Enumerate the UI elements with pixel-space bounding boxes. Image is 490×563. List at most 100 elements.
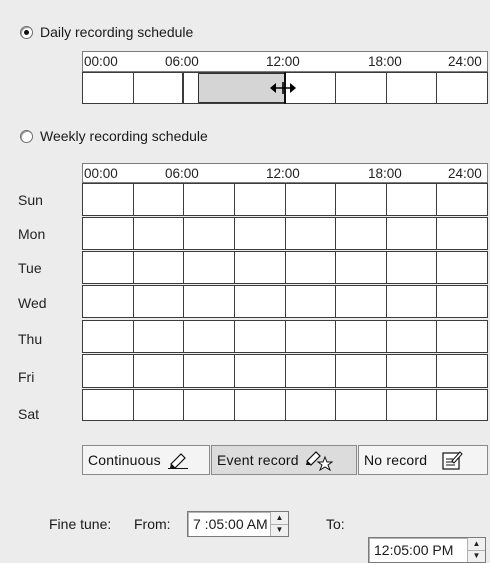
schedule-cell[interactable] (184, 286, 235, 318)
weekly-schedule-label: Weekly recording schedule (40, 128, 208, 144)
schedule-cell[interactable] (133, 355, 185, 388)
schedule-cell[interactable] (234, 252, 286, 284)
schedule-cell[interactable] (437, 184, 488, 216)
from-time-spinner[interactable]: 7 :05:00 AM ▲ ▼ (187, 511, 289, 537)
daily-cell[interactable] (83, 73, 134, 104)
schedule-cell[interactable] (234, 390, 286, 421)
schedule-cell[interactable] (285, 286, 337, 318)
daily-schedule-radio[interactable]: Daily recording schedule (20, 24, 193, 40)
weekly-row-thu[interactable] (82, 320, 488, 353)
day-label-tue: Tue (18, 260, 42, 276)
pencil-icon (167, 453, 188, 469)
from-down-arrow-icon[interactable]: ▼ (271, 525, 288, 537)
schedule-cell[interactable] (437, 321, 488, 353)
resize-horizontal-icon (270, 82, 296, 94)
schedule-cell[interactable] (285, 184, 337, 216)
schedule-cell[interactable] (285, 390, 337, 421)
schedule-cell[interactable] (184, 252, 235, 284)
weekly-row-mon[interactable] (82, 217, 488, 250)
from-time-value[interactable]: 7 :05:00 AM (193, 516, 268, 532)
schedule-cell[interactable] (184, 355, 235, 388)
schedule-cell[interactable] (234, 218, 286, 250)
weekly-radio-button[interactable] (20, 129, 33, 143)
daily-schedule-label: Daily recording schedule (40, 24, 194, 40)
continuous-record-button[interactable]: Continuous (82, 445, 210, 475)
daily-cell[interactable] (336, 73, 387, 104)
schedule-cell[interactable] (83, 355, 134, 388)
weekly-time-2: 12:00 (266, 166, 300, 181)
schedule-cell[interactable] (336, 355, 387, 388)
schedule-cell[interactable] (234, 355, 286, 388)
to-time-value[interactable]: 12:05:00 PM (374, 542, 453, 558)
schedule-cell[interactable] (133, 252, 185, 284)
weekly-timeline-header: 00:00 06:00 12:00 18:00 24:00 (82, 163, 488, 183)
to-down-arrow-icon[interactable]: ▼ (468, 551, 485, 563)
schedule-cell[interactable] (133, 184, 185, 216)
schedule-cell[interactable] (83, 390, 134, 421)
schedule-cell[interactable] (336, 218, 387, 250)
schedule-cell[interactable] (234, 321, 286, 353)
schedule-cell[interactable] (437, 286, 488, 318)
pencil-star-icon (305, 451, 333, 471)
schedule-cell[interactable] (133, 321, 185, 353)
daily-time-1: 06:00 (165, 54, 199, 69)
schedule-cell[interactable] (83, 252, 134, 284)
schedule-cell[interactable] (184, 184, 235, 216)
weekly-row-fri[interactable] (82, 354, 488, 388)
weekly-row-tue[interactable] (82, 251, 488, 284)
day-label-mon: Mon (18, 226, 46, 242)
schedule-cell[interactable] (336, 390, 387, 421)
schedule-cell[interactable] (285, 355, 337, 388)
schedule-cell[interactable] (386, 390, 438, 421)
to-time-spinner[interactable]: 12:05:00 PM ▲ ▼ (368, 537, 486, 563)
schedule-cell[interactable] (386, 355, 438, 388)
schedule-cell[interactable] (83, 321, 134, 353)
schedule-cell[interactable] (437, 218, 488, 250)
daily-marker-line (182, 72, 183, 104)
schedule-cell[interactable] (386, 218, 438, 250)
schedule-cell[interactable] (386, 286, 438, 318)
weekly-row-sun[interactable] (82, 183, 488, 216)
schedule-cell[interactable] (234, 286, 286, 318)
schedule-cell[interactable] (133, 390, 185, 421)
weekly-schedule-radio[interactable]: Weekly recording schedule (20, 128, 208, 144)
weekly-row-wed[interactable] (82, 285, 488, 318)
schedule-cell[interactable] (437, 390, 488, 421)
schedule-cell[interactable] (386, 252, 438, 284)
schedule-cell[interactable] (133, 218, 185, 250)
schedule-cell[interactable] (83, 286, 134, 318)
schedule-cell[interactable] (336, 286, 387, 318)
schedule-cell[interactable] (336, 184, 387, 216)
schedule-cell[interactable] (83, 218, 134, 250)
to-up-arrow-icon[interactable]: ▲ (468, 538, 485, 551)
daily-radio-button[interactable] (20, 25, 33, 39)
daily-cell[interactable] (386, 73, 438, 104)
schedule-cell[interactable] (184, 321, 235, 353)
schedule-cell[interactable] (184, 218, 235, 250)
no-record-button[interactable]: No record (358, 445, 488, 475)
day-label-wed: Wed (18, 295, 47, 311)
schedule-cell[interactable] (437, 252, 488, 284)
daily-cell[interactable] (437, 73, 488, 104)
event-record-button[interactable]: Event record (211, 445, 357, 475)
schedule-cell[interactable] (133, 286, 185, 318)
from-up-arrow-icon[interactable]: ▲ (271, 512, 288, 525)
fine-tune-label: Fine tune: (49, 516, 112, 532)
schedule-cell[interactable] (234, 184, 286, 216)
schedule-cell[interactable] (285, 218, 337, 250)
weekly-row-sat[interactable] (82, 389, 488, 421)
daily-cell[interactable] (133, 73, 185, 104)
schedule-cell[interactable] (386, 321, 438, 353)
schedule-cell[interactable] (437, 355, 488, 388)
weekly-time-0: 00:00 (84, 166, 118, 181)
schedule-cell[interactable] (184, 390, 235, 421)
event-record-label: Event record (217, 452, 299, 468)
schedule-cell[interactable] (285, 252, 337, 284)
schedule-cell[interactable] (386, 184, 438, 216)
schedule-cell[interactable] (336, 321, 387, 353)
day-label-sun: Sun (18, 192, 43, 208)
day-label-sat: Sat (18, 406, 40, 422)
schedule-cell[interactable] (285, 321, 337, 353)
schedule-cell[interactable] (83, 184, 134, 216)
schedule-cell[interactable] (336, 252, 387, 284)
